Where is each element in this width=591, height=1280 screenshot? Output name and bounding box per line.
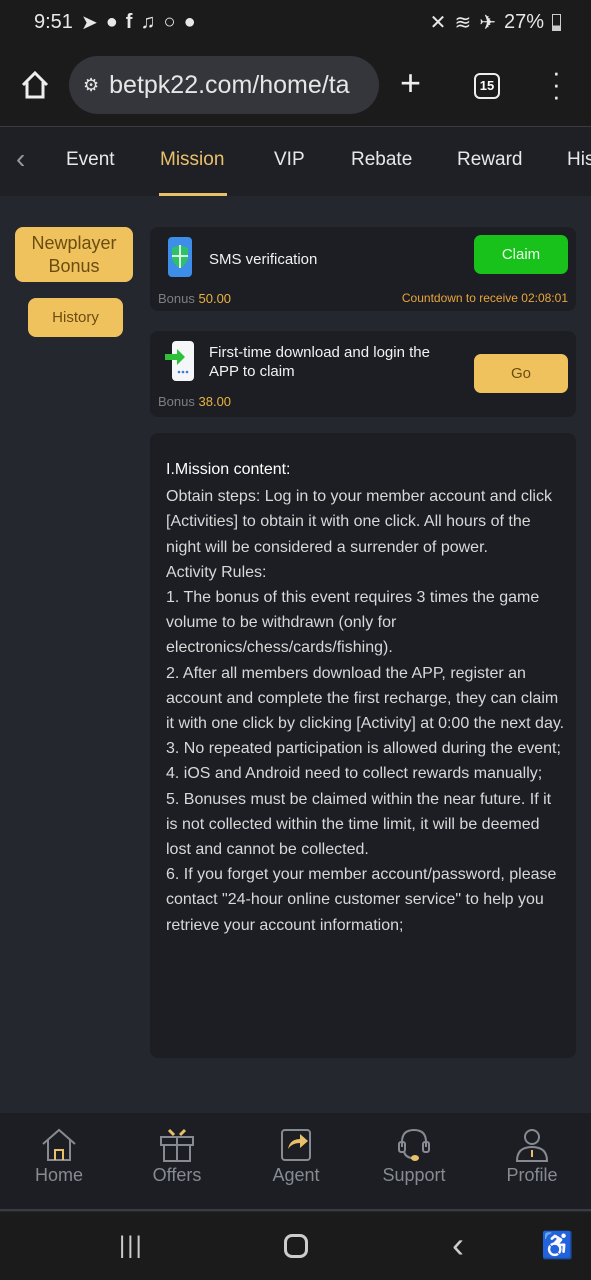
- headset-icon: [398, 1128, 430, 1161]
- home-icon: [42, 1128, 76, 1161]
- mission-card-download: First-time download and login the APP to…: [150, 331, 576, 417]
- nav-offers[interactable]: Offers: [127, 1127, 227, 1186]
- app-download-icon: [165, 341, 194, 381]
- tab-rebate[interactable]: Rebate: [351, 149, 412, 171]
- telegram-icon: ➤: [80, 11, 98, 34]
- mission-title: SMS verification: [209, 251, 318, 268]
- site-settings-icon[interactable]: ⚙: [83, 75, 99, 96]
- new-tab-icon[interactable]: +: [400, 62, 421, 104]
- content-paragraph: Activity Rules:: [166, 563, 267, 581]
- mission-card-sms: SMS verification Claim Bonus 50.00 Count…: [150, 227, 576, 311]
- content-heading: I.Mission content:: [166, 461, 291, 478]
- newplayer-bonus-button[interactable]: Newplayer Bonus: [15, 227, 133, 282]
- content-paragraph: 5. Bonuses must be claimed within the ne…: [166, 790, 552, 859]
- browser-toolbar: ⚙ betpk22.com/home/ta + 15 · · ·: [0, 44, 591, 126]
- mute-icon: ✕: [429, 11, 447, 34]
- tab-vip[interactable]: VIP: [274, 149, 305, 171]
- tab-event[interactable]: Event: [66, 149, 115, 171]
- facebook-icon: f: [125, 10, 133, 33]
- bell-icon: ♫: [140, 10, 156, 33]
- chevron-left-icon[interactable]: ‹: [16, 143, 25, 175]
- go-button[interactable]: Go: [474, 354, 568, 393]
- tab-reward[interactable]: Reward: [457, 149, 522, 171]
- circle-icon: ○: [163, 10, 176, 33]
- phone-shield-icon: [168, 237, 192, 277]
- content-paragraph: Obtain steps: Log in to your member acco…: [166, 488, 552, 556]
- nav-profile[interactable]: Profile: [482, 1127, 582, 1186]
- countdown-text: Countdown to receive 02:08:01: [401, 291, 568, 305]
- url-bar[interactable]: ⚙ betpk22.com/home/ta: [69, 56, 379, 114]
- menu-icon[interactable]: · · ·: [552, 59, 561, 109]
- nav-agent[interactable]: Agent: [246, 1127, 346, 1186]
- content-paragraph: 3. No repeated participation is allowed …: [166, 740, 561, 758]
- bonus-amount: Bonus 38.00: [158, 394, 232, 409]
- user-icon: [515, 1129, 549, 1162]
- share-icon: [281, 1129, 311, 1161]
- battery-percent: 27%: [503, 10, 544, 33]
- messenger-icon: ●: [183, 10, 196, 33]
- tab-mission[interactable]: Mission: [160, 149, 224, 171]
- nav-home[interactable]: Home: [9, 1127, 109, 1186]
- nav-support[interactable]: Support: [364, 1127, 464, 1186]
- mission-content: I.Mission content: Obtain steps: Log in …: [150, 433, 576, 1058]
- history-button[interactable]: History: [28, 298, 123, 337]
- back-icon[interactable]: ‹: [452, 1224, 464, 1266]
- content-paragraph: 6. If you forget your member account/pas…: [166, 866, 557, 934]
- battery-icon: [552, 13, 561, 31]
- tab-bar: ‹ Event Mission VIP Rebate Reward His: [0, 126, 591, 196]
- accessibility-icon[interactable]: ♿: [541, 1230, 573, 1261]
- mission-title: First-time download and login the APP to…: [209, 344, 430, 380]
- url-text: betpk22.com/home/ta: [109, 70, 350, 99]
- airplane-icon: ✈: [479, 11, 496, 34]
- messenger-icon: ●: [105, 10, 118, 33]
- active-tab-indicator: [159, 193, 227, 196]
- bottom-nav: Home Offers Agent Support Profile: [0, 1113, 591, 1211]
- claim-button[interactable]: Claim: [474, 235, 568, 274]
- content-paragraph: 2. After all members download the APP, r…: [166, 664, 565, 733]
- content-paragraph: 1. The bonus of this event requires 3 ti…: [166, 589, 540, 657]
- content-paragraph: 4. iOS and Android need to collect rewar…: [166, 765, 543, 783]
- bonus-amount: Bonus 50.00: [158, 291, 232, 306]
- tab-history[interactable]: His: [567, 149, 591, 171]
- home-circle-icon[interactable]: [284, 1234, 308, 1258]
- home-icon[interactable]: [20, 70, 50, 100]
- gift-icon: [160, 1128, 194, 1162]
- wifi-icon: ≋: [454, 11, 472, 34]
- tab-count-button[interactable]: 15: [474, 73, 500, 99]
- clock: 9:51: [34, 10, 73, 33]
- recents-icon[interactable]: |||: [119, 1232, 144, 1260]
- status-bar: 9:51 ➤ ● f ♫ ○ ● ✕ ≋ ✈ 27%: [0, 0, 591, 44]
- system-nav-bar: ||| ‹ ♿: [0, 1212, 591, 1280]
